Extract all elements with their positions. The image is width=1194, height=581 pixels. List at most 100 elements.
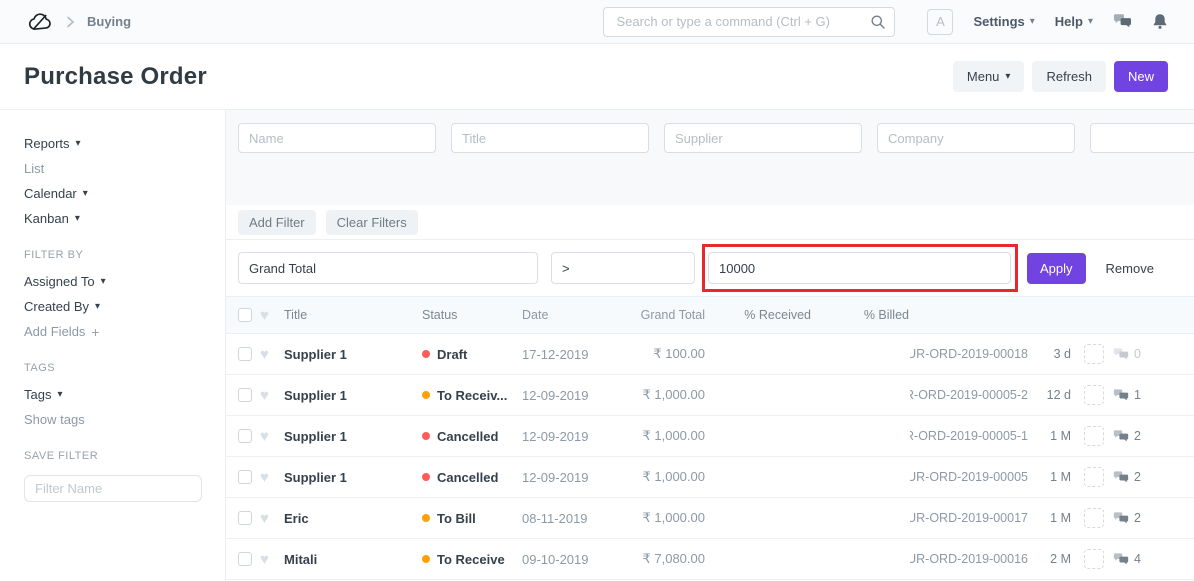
sidebar-item-calendar[interactable]: Calendar ▾ [24,186,207,202]
row-document-id: PUR-ORD-2019-00016 [910,552,1028,566]
like-heart-icon[interactable]: ♥ [260,469,269,486]
sidebar-item-reports[interactable]: Reports ▾ [24,136,207,152]
row-count: 20 of 20 [909,308,1194,322]
new-button[interactable]: New [1114,61,1168,92]
standard-filters-panel: Restricted [226,110,1194,205]
row-date: 12-09-2019 [522,470,605,485]
row-grand-total: ₹ 1,000.00 [605,428,705,444]
row-checkbox[interactable] [238,388,252,402]
like-heart-icon[interactable]: ♥ [260,510,269,527]
like-filter-heart-icon[interactable]: ♥ [260,307,269,324]
chat-icon[interactable] [1113,14,1132,29]
filter-fieldname-input[interactable] [238,252,538,284]
assign-placeholder[interactable] [1084,385,1104,405]
sidebar-item-add-fields[interactable]: Add Fields + [24,324,207,340]
status-label: To Receive [437,552,505,567]
row-checkbox[interactable] [238,347,252,361]
row-title-link[interactable]: Supplier 1 [284,347,347,362]
row-modified-age: 1 M [1034,470,1071,484]
tags-heading: TAGS [24,362,207,374]
filter-supplier-field[interactable] [664,123,862,153]
sidebar-item-show-tags[interactable]: Show tags [24,412,207,428]
row-checkbox[interactable] [238,470,252,484]
row-checkbox[interactable] [238,511,252,525]
help-menu[interactable]: Help ▾ [1055,14,1093,29]
like-heart-icon[interactable]: ♥ [260,346,269,363]
filter-title-field[interactable] [451,123,649,153]
filter-name-input[interactable] [24,475,202,502]
row-checkbox[interactable] [238,429,252,443]
global-search-input[interactable] [603,7,895,37]
table-row[interactable]: ♥ Supplier 1 Draft 17-12-2019 ₹ 100.00 P… [226,334,1194,375]
like-heart-icon[interactable]: ♥ [260,551,269,568]
chevron-down-icon: ▾ [76,139,81,149]
column-status: Status [422,308,522,322]
list-sidebar: Reports ▾ List Calendar ▾ Kanban ▾ FILTE… [0,110,225,581]
column-billed: % Billed [821,308,909,322]
assign-placeholder[interactable] [1084,344,1104,364]
like-heart-icon[interactable]: ♥ [260,428,269,445]
table-row[interactable]: ♥ Supplier 1 Cancelled 12-09-2019 ₹ 1,00… [226,416,1194,457]
page-header: Purchase Order Menu ▾ Refresh New [0,44,1194,110]
sidebar-item-created-by[interactable]: Created By ▾ [24,299,207,315]
row-title-link[interactable]: Supplier 1 [284,429,347,444]
chevron-down-icon: ▾ [75,214,80,224]
row-date: 17-12-2019 [522,347,605,362]
select-all-checkbox[interactable] [238,308,252,322]
remove-filter-button[interactable]: Remove [1106,261,1154,276]
assign-placeholder[interactable] [1084,467,1104,487]
page-title: Purchase Order [24,63,207,91]
chevron-down-icon: ▾ [95,302,100,312]
breadcrumb-buying[interactable]: Buying [87,14,131,29]
sidebar-item-list[interactable]: List [24,161,207,177]
assign-placeholder[interactable] [1084,549,1104,569]
sidebar-item-tags[interactable]: Tags ▾ [24,387,207,403]
table-row[interactable]: ♥ Supplier 1 To Receiv... 12-09-2019 ₹ 1… [226,375,1194,416]
status-dot [422,432,430,440]
row-checkbox[interactable] [238,552,252,566]
assign-placeholder[interactable] [1084,508,1104,528]
column-date: Date [522,308,605,322]
user-avatar[interactable]: A [927,9,953,35]
row-grand-total: ₹ 7,080.00 [605,551,705,567]
breadcrumb-chevron-icon [66,16,75,28]
app-logo-icon[interactable] [28,12,54,32]
row-date: 12-09-2019 [522,429,605,444]
plus-icon: + [91,324,99,340]
sidebar-item-kanban[interactable]: Kanban ▾ [24,211,207,227]
filter-value-input[interactable] [708,252,1011,284]
filter-company-field[interactable] [877,123,1075,153]
row-grand-total: ₹ 1,000.00 [605,510,705,526]
settings-menu[interactable]: Settings ▾ [973,14,1034,29]
like-heart-icon[interactable]: ♥ [260,387,269,404]
status-dot [422,514,430,522]
notifications-bell-icon[interactable] [1152,13,1168,30]
comments-icon [1113,430,1129,443]
menu-button[interactable]: Menu ▾ [953,61,1025,92]
filter-name-field[interactable] [238,123,436,153]
status-dot [422,473,430,481]
comments-icon [1113,348,1129,361]
table-row[interactable]: ♥ Mitali To Receive 09-10-2019 ₹ 7,080.0… [226,539,1194,580]
row-title-link[interactable]: Supplier 1 [284,388,347,403]
refresh-button[interactable]: Refresh [1032,61,1106,92]
row-modified-age: 2 M [1034,552,1071,566]
row-document-id: PUR-ORD-2019-00005-2 [910,388,1028,402]
row-date: 08-11-2019 [522,511,605,526]
table-row[interactable]: ♥ Eric To Bill 08-11-2019 ₹ 1,000.00 PUR… [226,498,1194,539]
table-row[interactable]: ♥ Supplier 1 Cancelled 12-09-2019 ₹ 1,00… [226,457,1194,498]
filter-operator-input[interactable] [551,252,695,284]
row-title-link[interactable]: Mitali [284,552,317,567]
filter-extra-field-1[interactable] [1090,123,1194,153]
apply-filter-button[interactable]: Apply [1027,253,1086,284]
row-title-link[interactable]: Supplier 1 [284,470,347,485]
filter-by-heading: FILTER BY [24,249,207,261]
table-header-row: ♥ Title Status Date Grand Total % Receiv… [226,297,1194,334]
add-filter-button[interactable]: Add Filter [238,210,316,235]
row-title-link[interactable]: Eric [284,511,309,526]
assign-placeholder[interactable] [1084,426,1104,446]
comment-count: 2 [1113,429,1141,443]
status-dot [422,555,430,563]
sidebar-item-assigned-to[interactable]: Assigned To ▾ [24,274,207,290]
clear-filters-button[interactable]: Clear Filters [326,210,418,235]
